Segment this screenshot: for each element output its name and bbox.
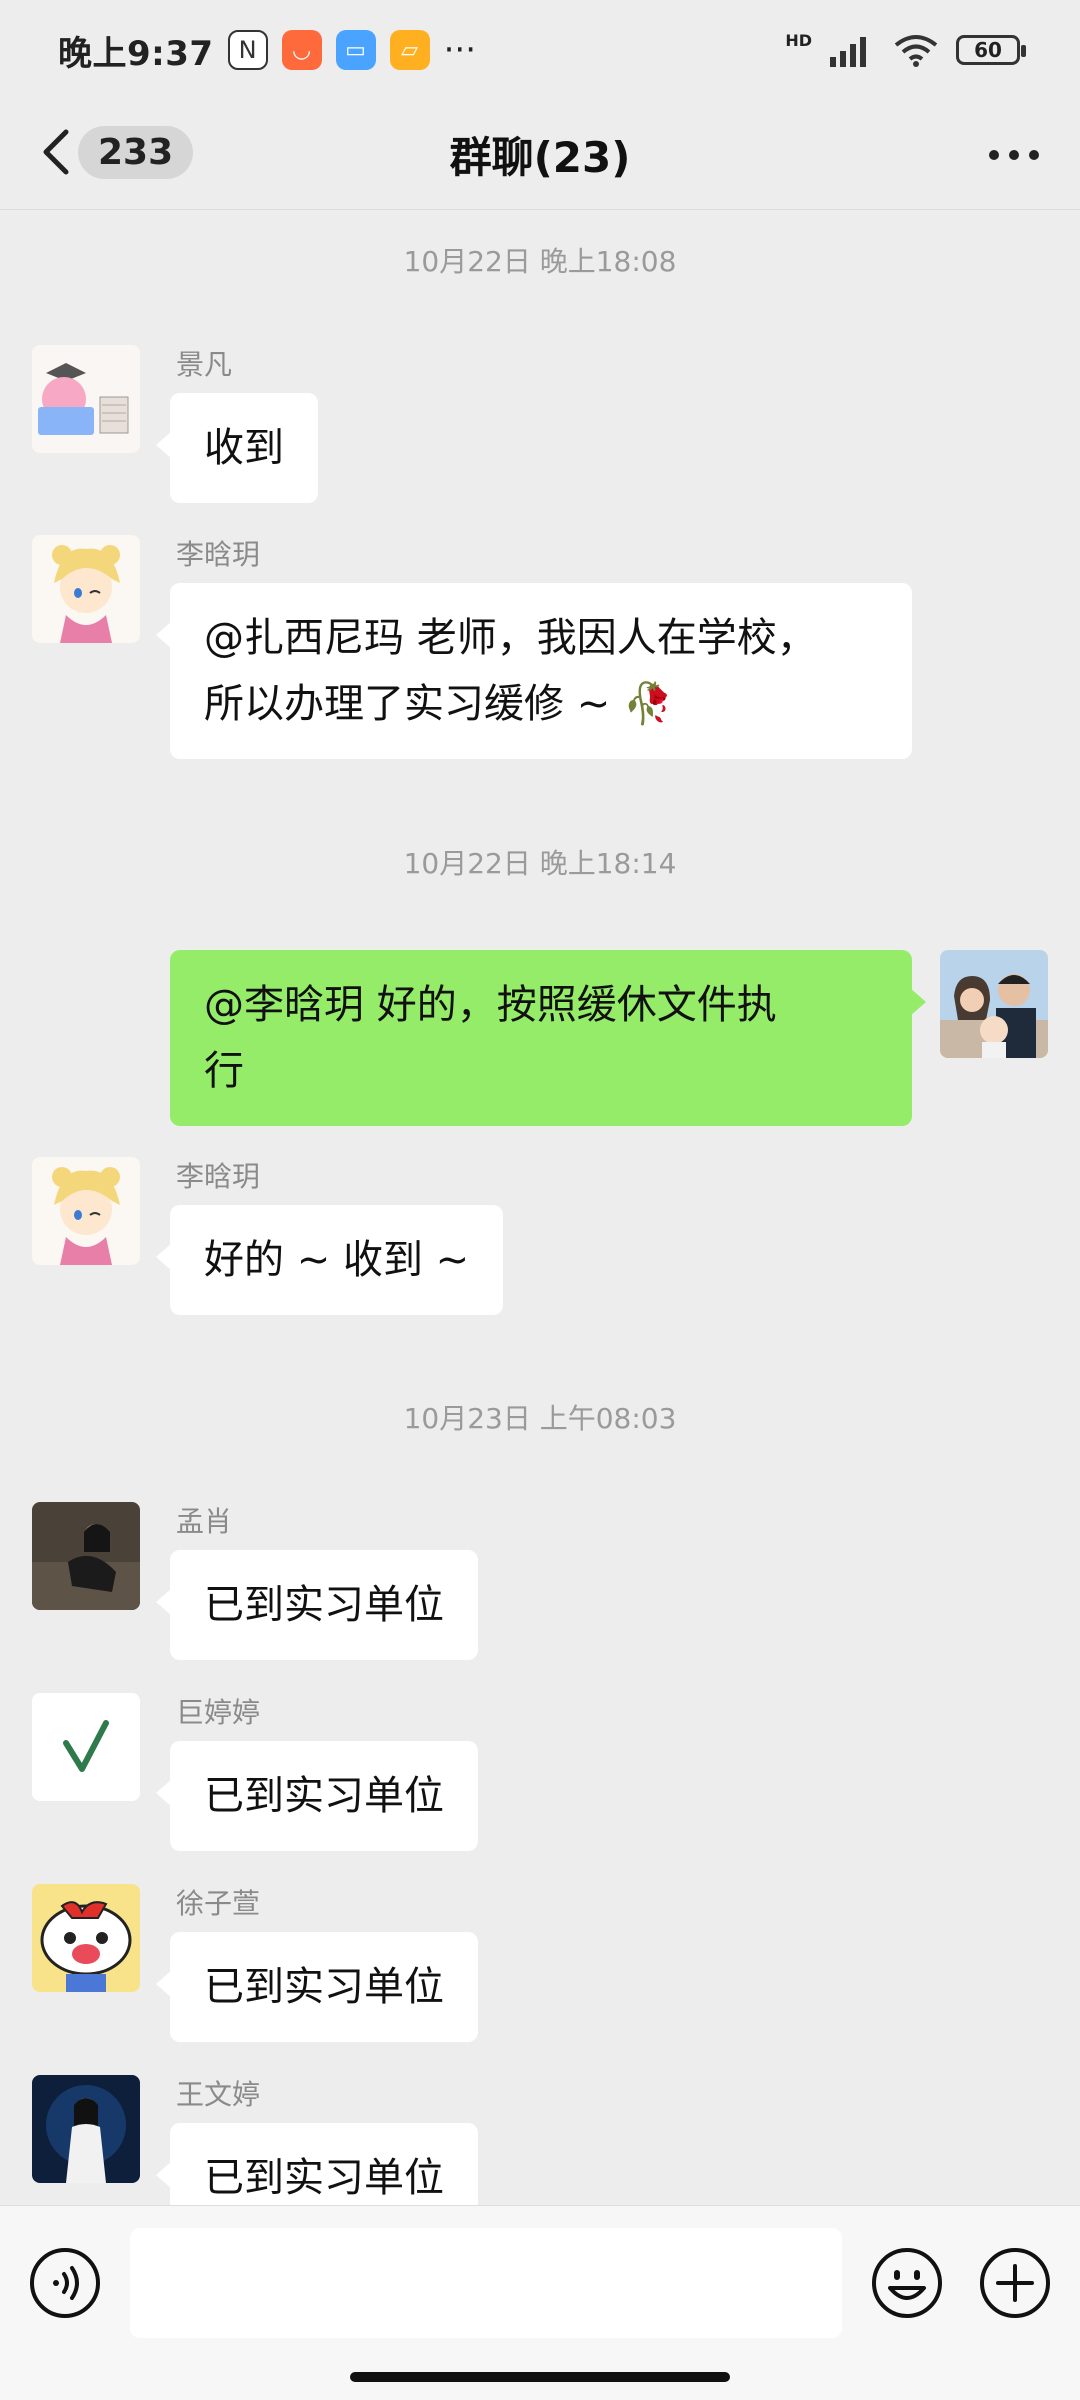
- message-bubble[interactable]: @扎西尼玛 老师，我因人在学校， 所以办理了实习缓修 ~ 🥀: [156, 583, 912, 759]
- avatar[interactable]: [32, 1502, 140, 1610]
- avatar[interactable]: [32, 1884, 140, 1992]
- chat-title: 群聊(23): [449, 133, 631, 182]
- emoji-button[interactable]: [870, 2246, 944, 2324]
- sender-name: 李晗玥: [176, 1160, 261, 1193]
- timestamp: 10月22日 晚上18:14: [403, 847, 677, 880]
- message-bubble[interactable]: 已到实习单位: [156, 1550, 478, 1660]
- sender-name: 巨婷婷: [176, 1696, 261, 1729]
- message-list[interactable]: 10月22日 晚上18:08 景凡 收到 李晗玥 @扎西尼玛 老师，我因人在学校…: [0, 210, 1080, 2205]
- unread-count-badge: 233: [78, 125, 194, 179]
- chat-header: 233 群聊(23): [0, 100, 1080, 210]
- more-icon: [989, 150, 1039, 160]
- app-notification-icon-2: ▭: [335, 30, 376, 70]
- add-button[interactable]: [978, 2246, 1052, 2324]
- sender-name: 王文婷: [176, 2078, 261, 2111]
- add-icon: [980, 2248, 1050, 2318]
- avatar[interactable]: [32, 535, 140, 643]
- status-time: 晚上9:37: [58, 33, 214, 74]
- more-notifications-icon: ···: [443, 30, 477, 70]
- message-input[interactable]: [130, 2228, 842, 2338]
- status-left: 晚上9:37 N ◡ ▭ ▱ ···: [58, 26, 476, 75]
- message-bubble[interactable]: 好的 ~ 收到 ~: [155, 1205, 504, 1315]
- message-bubble[interactable]: 已到实习单位: [156, 1932, 478, 2042]
- emoji-icon: [872, 2248, 942, 2318]
- battery-icon: 60: [956, 35, 1026, 65]
- input-bar: [0, 2205, 1080, 2400]
- message-text: 所以办理了实习缓修 ~: [204, 681, 611, 727]
- voice-icon: [30, 2248, 100, 2318]
- message-bubble[interactable]: 已到实习单位: [156, 2123, 478, 2205]
- hd-label: HD: [785, 30, 812, 50]
- self-avatar[interactable]: [940, 950, 1048, 1058]
- message-line: @李晗玥 好的，按照缓休文件执: [204, 982, 777, 1028]
- message-line: @扎西尼玛 老师，我因人在学校，: [204, 615, 817, 661]
- message-bubble[interactable]: 已到实习单位: [156, 1741, 478, 1851]
- status-bar: 晚上9:37 N ◡ ▭ ▱ ··· HD 60: [0, 0, 1080, 100]
- avatar[interactable]: [32, 1157, 140, 1265]
- sender-name: 李晗玥: [176, 538, 261, 571]
- app-notification-icon: ◡: [281, 30, 322, 70]
- sender-name: 景凡: [176, 348, 233, 381]
- status-right: HD 60: [785, 30, 1026, 67]
- avatar[interactable]: [32, 345, 140, 453]
- checkmark-icon: [32, 1693, 140, 1801]
- signal-icon: [830, 37, 866, 67]
- timestamp: 10月23日 上午08:03: [403, 1402, 677, 1435]
- more-button[interactable]: [986, 130, 1042, 184]
- avatar[interactable]: [32, 2075, 140, 2183]
- avatar[interactable]: [32, 1693, 140, 1801]
- back-chevron-icon: [43, 129, 69, 175]
- wifi-icon: [894, 35, 938, 67]
- message-bubble-self[interactable]: @李晗玥 好的，按照缓休文件执 行: [170, 950, 926, 1126]
- back-button[interactable]: 233: [38, 122, 194, 182]
- message-line: 行: [204, 1048, 244, 1094]
- message-line: 所以办理了实习缓修 ~ 🥀: [204, 671, 878, 737]
- nfc-icon: N: [227, 30, 268, 70]
- app-notification-icon-3: ▱: [389, 30, 430, 70]
- sender-name: 徐子萱: [176, 1887, 261, 1920]
- wilted-rose-emoji: 🥀: [622, 681, 673, 727]
- message-bubble[interactable]: 收到: [156, 393, 318, 503]
- sender-name: 孟肖: [176, 1505, 233, 1538]
- home-indicator[interactable]: [350, 2372, 730, 2382]
- voice-button[interactable]: [28, 2246, 102, 2324]
- timestamp: 10月22日 晚上18:08: [403, 245, 677, 278]
